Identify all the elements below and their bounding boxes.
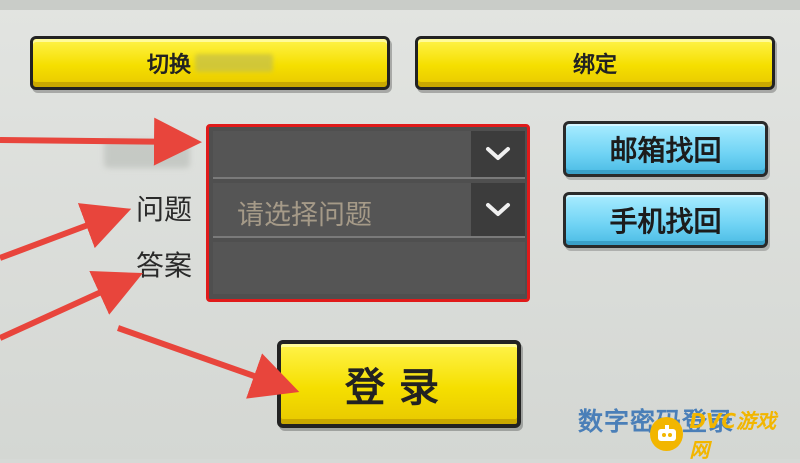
arrow-to-answer xyxy=(0,271,143,341)
annotation-arrows xyxy=(0,117,300,399)
game-login-panel: 切换 绑定 问题 答案 请选择问题 邮箱找回 手机找回 登录 DVC游戏网 xyxy=(0,0,800,462)
arrow-to-login xyxy=(117,325,300,399)
arrow-to-account xyxy=(0,117,202,166)
arrow-to-question xyxy=(0,203,132,261)
